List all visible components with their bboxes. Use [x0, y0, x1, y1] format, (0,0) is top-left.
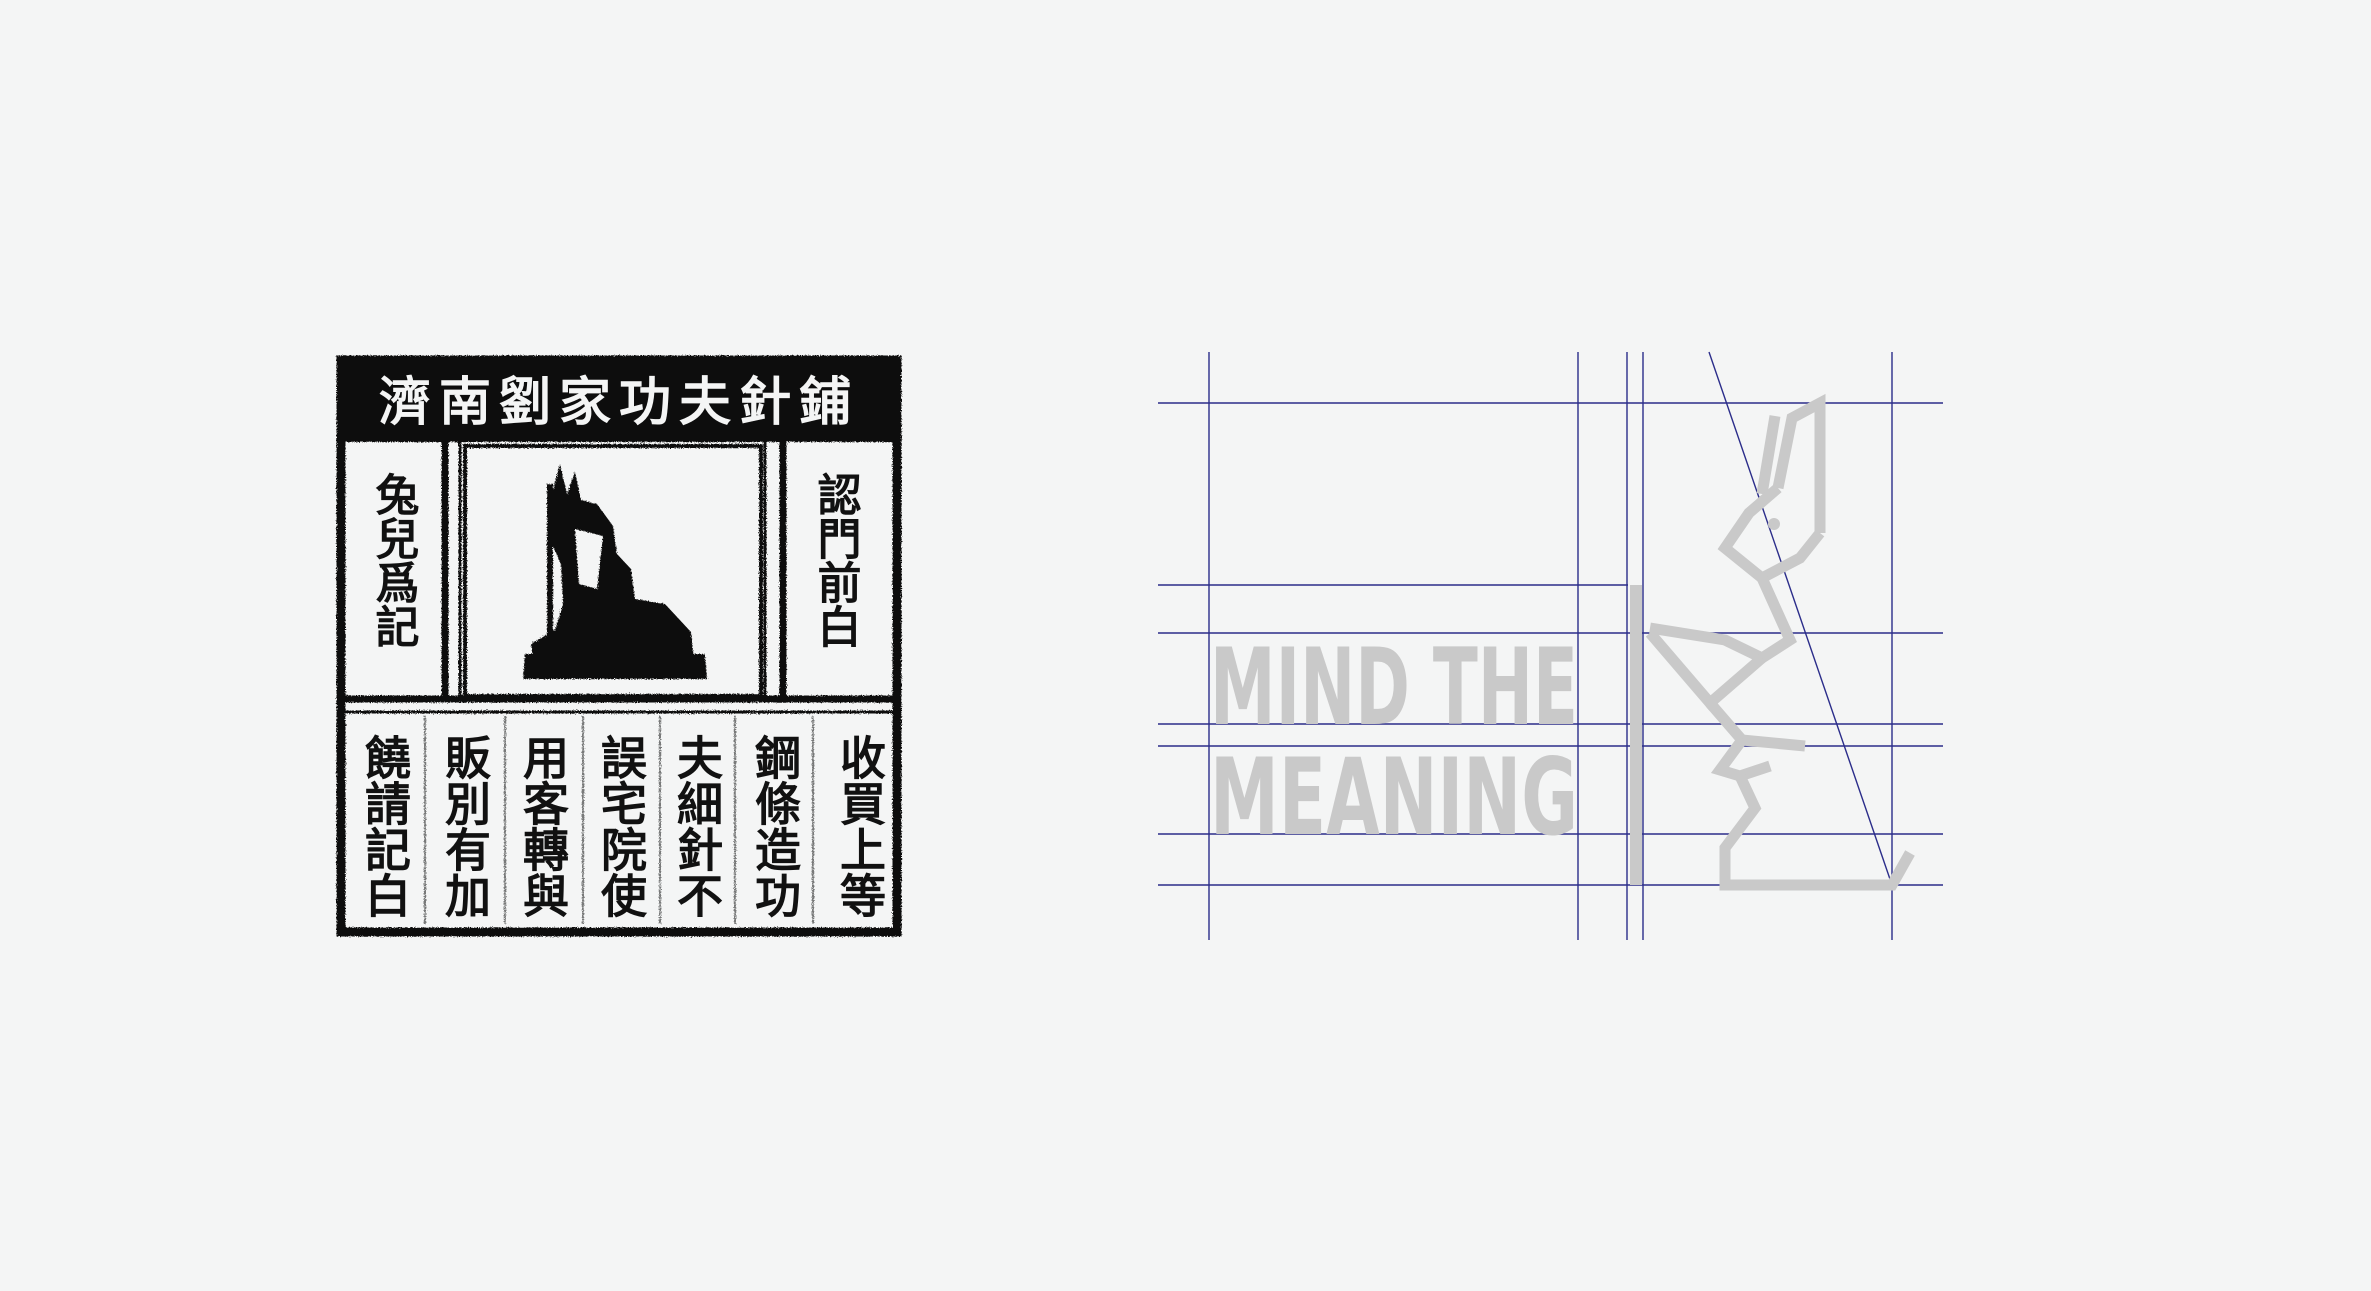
print-body-column: 饒請記白 — [358, 734, 412, 918]
separator-bar — [1630, 585, 1642, 885]
wordmark: MIND THE MEANING — [1210, 626, 1578, 859]
rabbit-eye-icon — [1768, 518, 1780, 530]
print-body-column: 夫細針不 — [670, 734, 724, 918]
print-left-caption: 認門前白 — [810, 472, 861, 648]
rabbit-icon — [1645, 393, 1915, 891]
wordmark-line2: MEANING — [1210, 736, 1578, 859]
artboard: 濟南劉家功夫針鋪 兔兒爲記 認門前白 收買上等 鋼條造功 夫細針不 誤宅院使 用客轉與販… — [0, 0, 2371, 1291]
print-body-column: 用客轉與 — [516, 734, 570, 918]
rabbit-woodcut-icon — [523, 464, 707, 679]
print-body-column: 鋼條造功 — [748, 734, 802, 918]
print-body-column: 販別有加 — [438, 734, 492, 918]
print-header-text: 濟南劉家功夫針鋪 — [379, 373, 859, 433]
print-body-column: 收買上等 — [833, 734, 887, 918]
print-right-caption: 兔兒爲記 — [368, 472, 420, 648]
wordmark-line1: MIND THE — [1210, 626, 1578, 749]
historical-print: 濟南劉家功夫針鋪 兔兒爲記 認門前白 收買上等鋼條造功夫細針不誤宅院使用客轉與販… — [336, 355, 902, 937]
print-body-text: 收買上等鋼條造功夫細針不誤宅院使用客轉與販別有加饒請記白 — [358, 734, 887, 918]
print-body-column: 誤宅院使 — [594, 734, 648, 918]
logo-construction: MIND THE MEANING — [1158, 351, 1943, 940]
